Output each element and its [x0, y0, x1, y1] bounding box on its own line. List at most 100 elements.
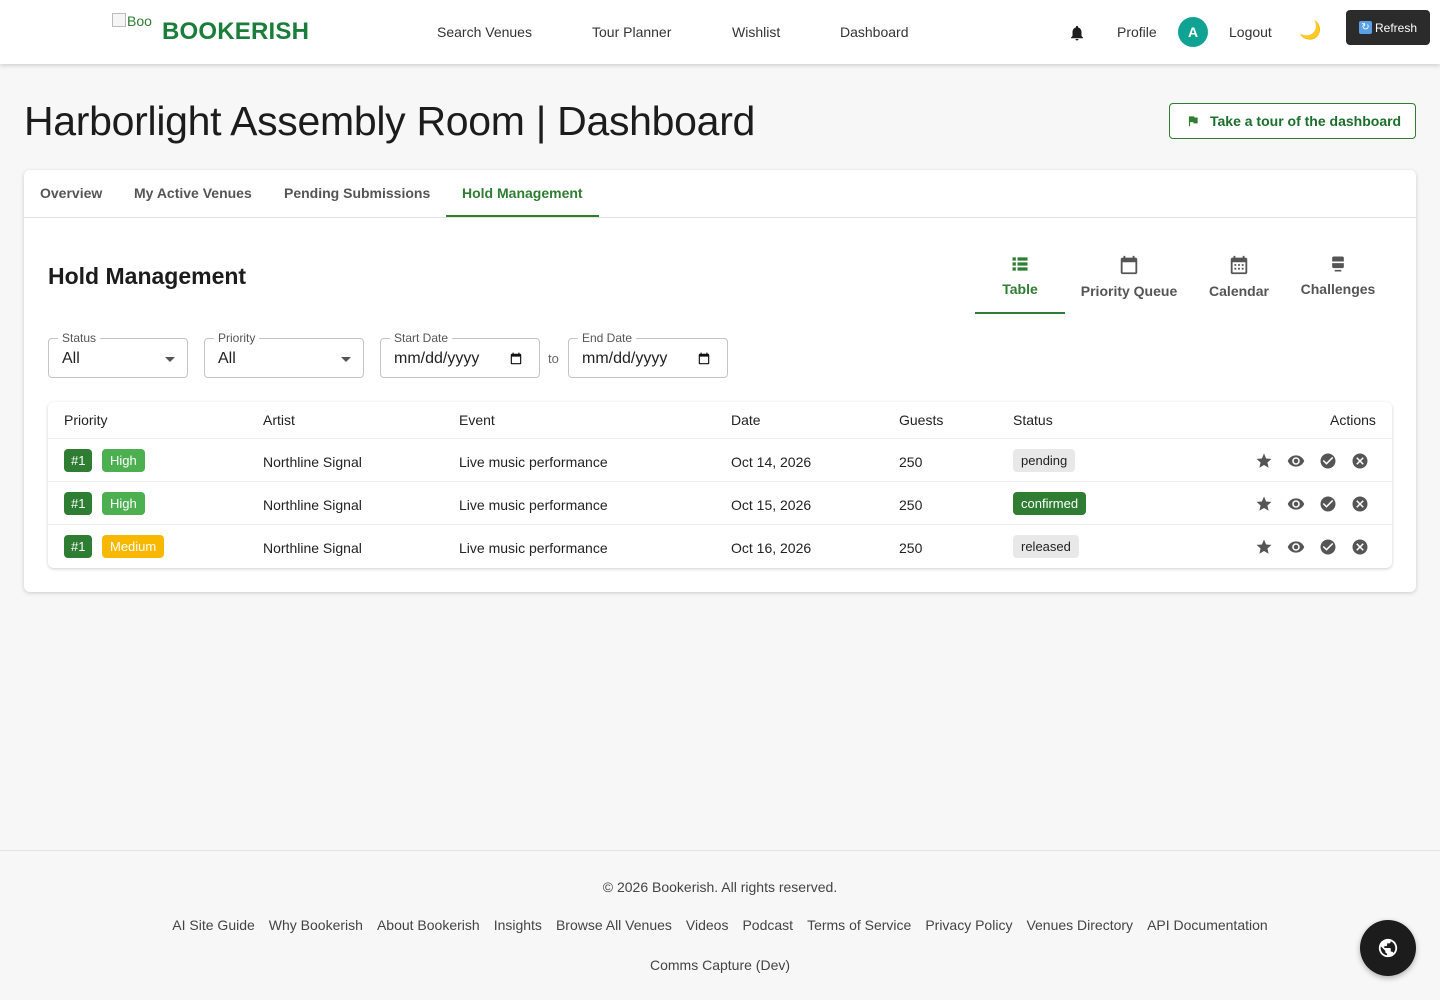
- avatar[interactable]: A: [1178, 17, 1208, 47]
- profile-link[interactable]: Profile: [1117, 24, 1157, 40]
- priority-level-badge: High: [102, 449, 145, 472]
- page-title: Harborlight Assembly Room | Dashboard: [24, 98, 756, 144]
- status-badge: released: [1013, 535, 1079, 558]
- footer-link-videos[interactable]: Videos: [686, 917, 729, 933]
- view-tab-priority-queue[interactable]: Priority Queue: [1075, 254, 1183, 299]
- calendar-blank-icon: [1120, 255, 1138, 275]
- nav-search-venues[interactable]: Search Venues: [437, 24, 532, 40]
- status-value: All: [62, 350, 80, 367]
- cancel-circle-icon[interactable]: [1351, 538, 1369, 556]
- footer-link-privacy-policy[interactable]: Privacy Policy: [925, 917, 1012, 933]
- status-badge: pending: [1013, 449, 1076, 472]
- footer-link-terms-of-service[interactable]: Terms of Service: [807, 917, 911, 933]
- copyright-text: © 2026 Bookerish. All rights reserved.: [602, 879, 838, 895]
- priority-level-badge: Medium: [102, 535, 165, 558]
- guests-cell: 250: [899, 454, 923, 470]
- status-badge: confirmed: [1013, 492, 1087, 515]
- table-row[interactable]: #1 Medium Northline Signal Live music perfo…: [48, 525, 1392, 568]
- moon-icon[interactable]: 🌙: [1299, 20, 1321, 41]
- end-date-input[interactable]: End Date mm/dd/yyyy: [568, 331, 728, 378]
- eye-icon[interactable]: [1287, 495, 1305, 513]
- footer-link-about-bookerish[interactable]: About Bookerish: [377, 917, 480, 933]
- brand-name[interactable]: BOOKERISH: [162, 18, 309, 46]
- priority-rank-badge: #1: [64, 492, 93, 515]
- status-select[interactable]: Status All: [48, 331, 188, 378]
- table-row[interactable]: #1 High Northline Signal Live music perform…: [48, 482, 1392, 525]
- refresh-icon: ↻: [1358, 21, 1372, 34]
- footer-link-browse-all-venues[interactable]: Browse All Venues: [556, 917, 672, 933]
- star-icon[interactable]: [1255, 495, 1273, 513]
- priority-rank-badge: #1: [64, 535, 93, 558]
- refresh-label: Refresh: [1374, 20, 1418, 35]
- guests-cell: 250: [899, 497, 923, 513]
- nav-dashboard[interactable]: Dashboard: [840, 24, 909, 40]
- view-tab-table[interactable]: Table: [975, 254, 1065, 297]
- tab-hold-management[interactable]: Hold Management: [462, 185, 583, 201]
- footer-link-why-bookerish[interactable]: Why Bookerish: [269, 917, 363, 933]
- column-header-guests[interactable]: Guests: [899, 412, 943, 428]
- event-cell: Live music performance: [459, 497, 608, 513]
- active-view-indicator: [975, 312, 1065, 314]
- eye-icon[interactable]: [1287, 452, 1305, 470]
- priority-level-badge: High: [102, 492, 145, 515]
- check-circle-icon[interactable]: [1319, 495, 1337, 513]
- date-range-separator: to: [548, 351, 559, 366]
- table-row[interactable]: #1 High Northline Signal Live music perform…: [48, 439, 1392, 482]
- start-date-input[interactable]: Start Date mm/dd/yyyy: [380, 331, 540, 378]
- tour-button-label: Take a tour of the dashboard: [1210, 113, 1402, 129]
- eye-icon[interactable]: [1287, 538, 1305, 556]
- cancel-circle-icon[interactable]: [1351, 452, 1369, 470]
- globe-fab-button[interactable]: [1360, 920, 1416, 976]
- chevron-down-icon: [165, 357, 175, 362]
- calendar-icon[interactable]: [509, 352, 523, 366]
- check-circle-icon[interactable]: [1319, 538, 1337, 556]
- guests-cell: 250: [899, 540, 923, 556]
- column-header-status[interactable]: Status: [1013, 412, 1053, 428]
- footer-link-ai-site-guide[interactable]: AI Site Guide: [172, 917, 255, 933]
- view-tab-calendar[interactable]: Calendar: [1201, 254, 1277, 299]
- end-date-label: End Date: [578, 331, 637, 345]
- cancel-circle-icon[interactable]: [1351, 495, 1369, 513]
- bell-icon[interactable]: [1068, 23, 1086, 43]
- column-header-priority[interactable]: Priority: [64, 412, 108, 428]
- table-list-icon: [1012, 257, 1028, 271]
- priority-rank-badge: #1: [64, 449, 93, 472]
- footer-links: AI Site Guide Why Bookerish About Bookeris…: [0, 917, 1440, 933]
- view-tab-challenges[interactable]: Challenges: [1295, 254, 1381, 297]
- column-header-artist[interactable]: Artist: [263, 412, 295, 428]
- footer-link-insights[interactable]: Insights: [494, 917, 542, 933]
- event-cell: Live music performance: [459, 540, 608, 556]
- view-tab-label: Priority Queue: [1080, 283, 1178, 299]
- date-cell: Oct 14, 2026: [731, 454, 812, 470]
- star-icon[interactable]: [1255, 538, 1273, 556]
- event-cell: Live music performance: [459, 454, 608, 470]
- view-tab-label: Challenges: [1300, 281, 1376, 297]
- logout-link[interactable]: Logout: [1229, 24, 1272, 40]
- globe-icon: [1378, 938, 1398, 958]
- priority-select[interactable]: Priority All: [204, 331, 364, 378]
- calendar-icon[interactable]: [697, 352, 711, 366]
- logo-alt-text: Bookerish: [127, 13, 152, 29]
- column-header-date[interactable]: Date: [731, 412, 761, 428]
- nav-wishlist[interactable]: Wishlist: [732, 24, 780, 40]
- tour-dashboard-button[interactable]: Take a tour of the dashboard: [1169, 103, 1416, 139]
- start-date-label: Start Date: [390, 331, 453, 345]
- tab-overview[interactable]: Overview: [40, 185, 102, 201]
- footer-link-api-documentation[interactable]: API Documentation: [1147, 917, 1268, 933]
- tab-pending-submissions[interactable]: Pending Submissions: [284, 185, 430, 201]
- footer-link-podcast[interactable]: Podcast: [742, 917, 793, 933]
- column-header-event[interactable]: Event: [459, 412, 495, 428]
- star-icon[interactable]: [1255, 452, 1273, 470]
- refresh-button[interactable]: ↻ Refresh: [1346, 10, 1430, 45]
- tab-my-active-venues[interactable]: My Active Venues: [134, 185, 252, 201]
- footer-link-venues-directory[interactable]: Venues Directory: [1026, 917, 1133, 933]
- logo-image[interactable]: Bookerish: [112, 13, 152, 47]
- artist-cell: Northline Signal: [263, 497, 362, 513]
- check-circle-icon[interactable]: [1319, 452, 1337, 470]
- nav-tour-planner[interactable]: Tour Planner: [592, 24, 671, 40]
- calendar-month-icon: [1230, 255, 1248, 275]
- view-tab-label: Calendar: [1209, 283, 1269, 299]
- start-date-placeholder: mm/dd/yyyy: [394, 350, 480, 367]
- comms-capture-link[interactable]: Comms Capture (Dev): [0, 957, 1440, 973]
- priority-value: All: [218, 350, 236, 367]
